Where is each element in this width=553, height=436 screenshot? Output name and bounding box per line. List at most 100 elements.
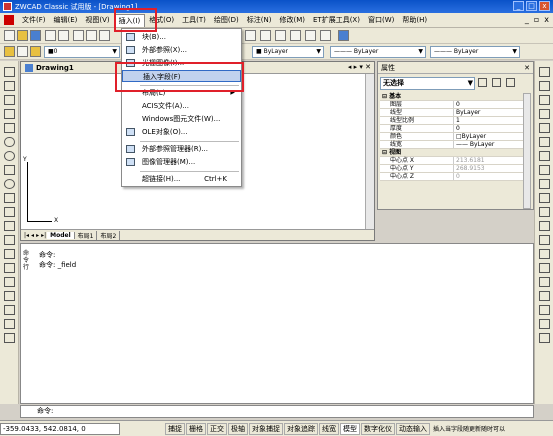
menu-item-ole[interactable]: OLE对象(O)... bbox=[122, 126, 241, 138]
property-row[interactable]: 中心点 X 213.6181 bbox=[380, 157, 523, 165]
tab-model[interactable]: Model bbox=[47, 231, 75, 239]
polar-button[interactable]: 极轴 bbox=[228, 422, 248, 435]
menu-et-tools[interactable]: ET扩展工具(X) bbox=[309, 14, 364, 27]
menu-tools[interactable]: 工具(T) bbox=[178, 14, 210, 27]
dynamic-input-button[interactable]: 动态输入 bbox=[396, 422, 430, 435]
explode-icon[interactable] bbox=[539, 291, 550, 301]
design-center-icon[interactable] bbox=[305, 30, 316, 41]
align-icon[interactable] bbox=[539, 319, 550, 329]
tab-layout2[interactable]: 布局2 bbox=[97, 230, 121, 240]
property-row[interactable]: 图层 0 bbox=[380, 101, 523, 109]
menu-file[interactable]: 文件(F) bbox=[18, 14, 50, 27]
open-icon[interactable] bbox=[17, 30, 28, 41]
scale-icon[interactable] bbox=[539, 165, 550, 175]
drawing-vscroll[interactable] bbox=[365, 74, 374, 230]
ellipse-arc-icon[interactable] bbox=[4, 193, 15, 203]
mirror-icon[interactable] bbox=[539, 95, 550, 105]
fillet-icon[interactable] bbox=[539, 277, 550, 287]
calc-icon[interactable] bbox=[320, 30, 331, 41]
zoom-icon[interactable] bbox=[275, 30, 286, 41]
selection-combo[interactable]: 无选择 ▼ bbox=[380, 77, 475, 90]
select-objects-icon[interactable] bbox=[492, 78, 501, 87]
menu-item-wmf[interactable]: Windows图元文件(W)... bbox=[122, 113, 241, 125]
point-icon[interactable] bbox=[4, 235, 15, 245]
join-icon[interactable] bbox=[539, 249, 550, 259]
menu-view[interactable]: 视图(V) bbox=[81, 14, 113, 27]
menu-draw[interactable]: 绘图(D) bbox=[210, 14, 243, 27]
arc-icon[interactable] bbox=[4, 137, 15, 147]
layer-manager-icon[interactable] bbox=[4, 46, 15, 57]
copy-object-icon[interactable] bbox=[539, 81, 550, 91]
tab-first-arrow[interactable]: |◂ bbox=[23, 232, 30, 239]
layer-combo[interactable]: ■0 ▼ bbox=[44, 46, 120, 58]
insert-block-icon[interactable] bbox=[4, 207, 15, 217]
otrack-button[interactable]: 对象追踪 bbox=[284, 422, 318, 435]
copy-icon[interactable] bbox=[86, 30, 97, 41]
property-row[interactable]: 厚度 0 bbox=[380, 125, 523, 133]
divide-icon[interactable] bbox=[539, 333, 550, 343]
properties-close-icon[interactable]: ✕ bbox=[524, 62, 530, 74]
menu-dimension[interactable]: 标注(N) bbox=[243, 14, 276, 27]
property-section[interactable]: ⊟ 基本 bbox=[380, 93, 523, 101]
menu-item-xref-manager[interactable]: 外部参照管理器(R)... bbox=[122, 143, 241, 155]
cut-icon[interactable] bbox=[73, 30, 84, 41]
lineweight-combo[interactable]: ——— ByLayer ▼ bbox=[430, 46, 520, 58]
light-bulb-icon[interactable] bbox=[30, 46, 41, 57]
property-row[interactable]: 线型比例 1 bbox=[380, 117, 523, 125]
menu-help[interactable]: 帮助(H) bbox=[398, 14, 431, 27]
make-block-icon[interactable] bbox=[4, 221, 15, 231]
tab-last-arrow[interactable]: ▸| bbox=[40, 232, 47, 239]
break-icon[interactable] bbox=[539, 235, 550, 245]
match-icon[interactable] bbox=[245, 30, 256, 41]
color-combo[interactable]: ■ ByLayer ▼ bbox=[252, 46, 324, 58]
polyline-icon[interactable] bbox=[4, 95, 15, 105]
property-row[interactable]: 线宽 —— ByLayer bbox=[380, 141, 523, 149]
table-icon[interactable] bbox=[4, 277, 15, 287]
circle-icon[interactable] bbox=[4, 151, 15, 161]
paste-icon[interactable] bbox=[99, 30, 110, 41]
polygon-icon[interactable] bbox=[4, 109, 15, 119]
property-row[interactable]: 颜色 □ByLayer bbox=[380, 133, 523, 141]
grid-button[interactable]: 栅格 bbox=[186, 422, 206, 435]
model-button[interactable]: 模型 bbox=[340, 422, 360, 435]
line-icon[interactable] bbox=[4, 67, 15, 77]
menu-item-xref[interactable]: 外部参照(X)... bbox=[122, 44, 241, 56]
property-row[interactable]: 中心点 Z0 bbox=[380, 173, 523, 181]
move-icon[interactable] bbox=[539, 137, 550, 147]
rectangle-icon[interactable] bbox=[4, 123, 15, 133]
layer-draw-icon[interactable] bbox=[4, 305, 15, 315]
construction-line-icon[interactable] bbox=[4, 81, 15, 91]
tab-layout1[interactable]: 布局1 bbox=[75, 230, 98, 240]
lineweight-button[interactable]: 线宽 bbox=[319, 422, 339, 435]
pan-icon[interactable] bbox=[260, 30, 271, 41]
snap-button[interactable]: 捕捉 bbox=[165, 422, 185, 435]
properties-scrollbar[interactable] bbox=[523, 93, 531, 209]
spline-icon[interactable] bbox=[4, 165, 15, 175]
menu-edit[interactable]: 编辑(E) bbox=[50, 14, 82, 27]
menu-window[interactable]: 窗口(W) bbox=[364, 14, 398, 27]
rotate-icon[interactable] bbox=[539, 151, 550, 161]
property-section[interactable]: ⊟ 视图 bbox=[380, 149, 523, 157]
hatch-icon[interactable] bbox=[4, 249, 15, 259]
mtext-icon[interactable] bbox=[4, 291, 15, 301]
menu-item-acis[interactable]: ACIS文件(A)... bbox=[122, 100, 241, 112]
extend-icon[interactable] bbox=[539, 221, 550, 231]
close-button[interactable]: x bbox=[539, 1, 550, 11]
region-icon[interactable] bbox=[4, 263, 15, 273]
properties-icon[interactable] bbox=[290, 30, 301, 41]
new-icon[interactable] bbox=[4, 30, 15, 41]
osnap-button[interactable]: 对象捕捉 bbox=[249, 422, 283, 435]
help-icon[interactable] bbox=[338, 30, 349, 41]
doc-restore-button[interactable]: ▫ bbox=[534, 15, 539, 24]
edit-polyline-icon[interactable] bbox=[539, 305, 550, 315]
ortho-button[interactable]: 正交 bbox=[207, 422, 227, 435]
trim-icon[interactable] bbox=[539, 207, 550, 217]
wipeout-icon[interactable] bbox=[4, 333, 15, 343]
print-icon[interactable] bbox=[45, 30, 56, 41]
linetype-combo[interactable]: ——— ByLayer ▼ bbox=[330, 46, 426, 58]
menu-item-block[interactable]: 块(B)... bbox=[122, 31, 241, 43]
quick-select-icon[interactable] bbox=[478, 78, 487, 87]
property-row[interactable]: 中心点 Y 268.9153 bbox=[380, 165, 523, 173]
menu-item-hyperlink[interactable]: 超链接(H)... Ctrl+K bbox=[122, 173, 241, 185]
stretch-icon[interactable] bbox=[539, 179, 550, 189]
